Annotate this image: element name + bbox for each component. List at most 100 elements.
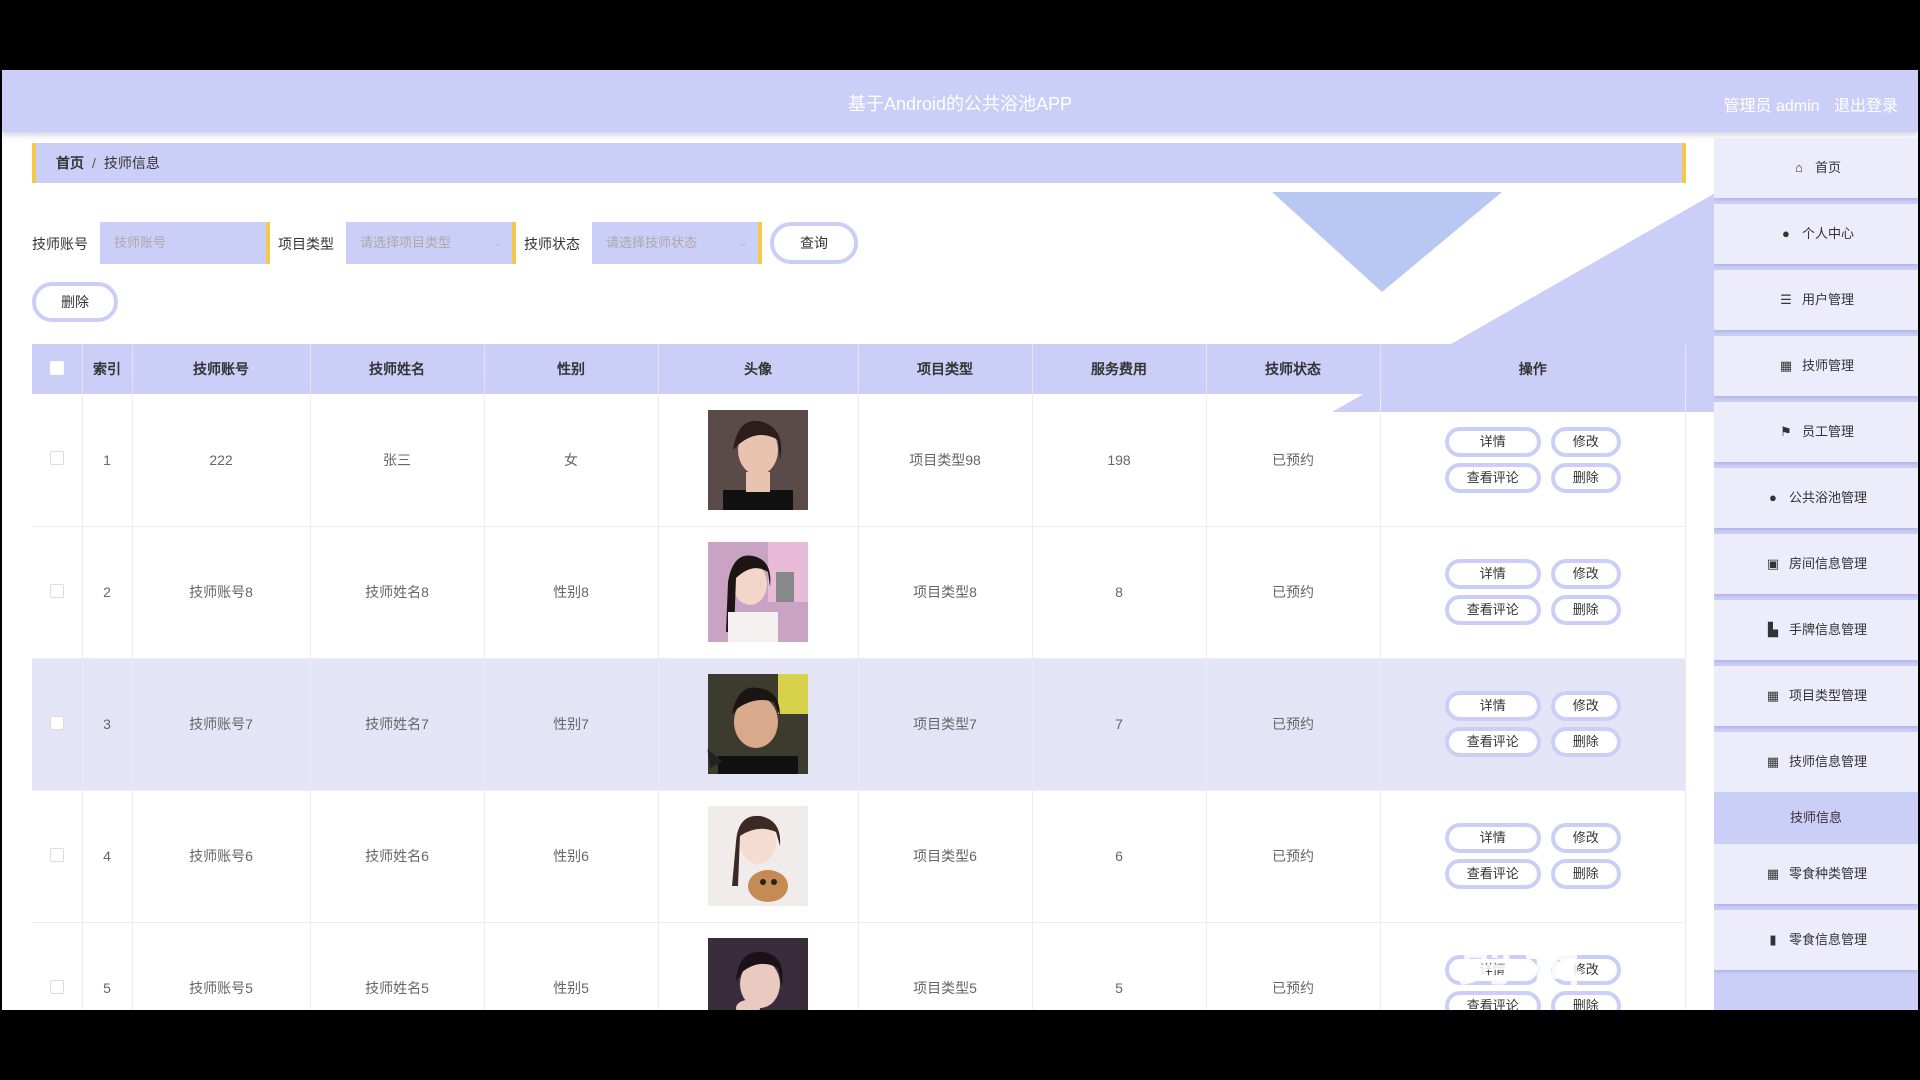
row-checkbox[interactable] xyxy=(49,451,64,466)
batch-delete-button[interactable]: 删除 xyxy=(32,282,118,322)
delete-button[interactable]: 删除 xyxy=(1550,595,1621,625)
grid-icon: ▦ xyxy=(1766,688,1780,703)
breadcrumb-current: 技师信息 xyxy=(103,155,160,171)
cell-account: 技师账号8 xyxy=(132,526,311,659)
sidebar-item-label: 个人中心 xyxy=(1801,226,1854,241)
query-button[interactable]: 查询 xyxy=(770,222,858,264)
delete-button[interactable]: 删除 xyxy=(1550,462,1621,493)
col-header: 索引 xyxy=(82,344,133,394)
cell-account: 技师账号7 xyxy=(132,658,311,791)
avatar-image[interactable] xyxy=(708,806,808,906)
type-select[interactable]: 请选择项目类型 ⌄ xyxy=(346,222,516,264)
row-checkbox[interactable] xyxy=(49,715,64,730)
cell-index: 3 xyxy=(82,658,133,791)
sidebar-item-label: 员工管理 xyxy=(1801,424,1854,439)
edit-button[interactable]: 修改 xyxy=(1550,559,1621,589)
cell-index: 4 xyxy=(82,790,133,923)
breadcrumb-home[interactable]: 首页 xyxy=(56,155,84,171)
cell-status: 已预约 xyxy=(1206,394,1381,527)
avatar-image[interactable] xyxy=(708,409,808,510)
edit-button[interactable]: 修改 xyxy=(1550,426,1621,457)
grid-icon: ▦ xyxy=(1766,866,1780,881)
sidebar-subitem-technician-info[interactable]: 技师信息 xyxy=(1714,792,1918,844)
chevron-down-icon: ⌄ xyxy=(738,237,748,249)
cell-status: 已预约 xyxy=(1206,658,1381,791)
cell-type: 项目类型5 xyxy=(858,922,1033,1010)
sidebar-item-label: 零食种类管理 xyxy=(1788,866,1867,881)
row-select-cell xyxy=(32,658,83,791)
delete-button[interactable]: 删除 xyxy=(1550,727,1621,757)
sidebar-item-staff[interactable]: ⚑ 员工管理 xyxy=(1714,402,1918,462)
breadcrumb: 首页 / 技师信息 xyxy=(32,143,1686,183)
col-header: 操作 xyxy=(1380,344,1686,394)
header-user-area: 管理员 admin 退出登录 xyxy=(1714,92,1899,116)
cell-fee: 8 xyxy=(1032,526,1207,659)
detail-button[interactable]: 详情 xyxy=(1444,691,1541,721)
cell-account: 技师账号5 xyxy=(132,922,311,1010)
sidebar-item-project-types[interactable]: ▦ 项目类型管理 xyxy=(1714,666,1918,726)
cell-gender: 性别7 xyxy=(484,658,659,791)
edit-button[interactable]: 修改 xyxy=(1550,823,1621,853)
col-header: 技师账号 xyxy=(132,344,311,394)
cell-actions: 详情 修改 查看评论 删除 xyxy=(1380,526,1686,659)
avatar-image[interactable] xyxy=(708,542,808,642)
view-comments-button[interactable]: 查看评论 xyxy=(1444,462,1541,493)
list-icon: ☰ xyxy=(1780,292,1792,307)
row-select-cell xyxy=(32,790,83,923)
col-header: 技师状态 xyxy=(1206,344,1381,394)
view-comments-button[interactable]: 查看评论 xyxy=(1444,859,1541,889)
status-select[interactable]: 请选择技师状态 ⌄ xyxy=(592,222,762,264)
logout-link[interactable]: 退出登录 xyxy=(1834,98,1898,115)
detail-button[interactable]: 详情 xyxy=(1444,823,1541,853)
sidebar-item-label: 用户管理 xyxy=(1801,292,1854,307)
home-icon: ⌂ xyxy=(1795,160,1803,175)
sidebar-item-hand-tags[interactable]: ▙ 手牌信息管理 xyxy=(1714,600,1918,660)
cell-type: 项目类型98 xyxy=(858,394,1033,527)
row-checkbox[interactable] xyxy=(49,583,64,598)
sidebar-item-label: 首页 xyxy=(1814,160,1841,175)
sidebar-menu: ⌂ 首页 ● 个人中心 ☰ 用户管理 ▦ 技师管理 ⚑ 员工管理 ● 公共浴池管理 ▣ 房间信… xyxy=(1714,138,1918,1010)
col-header: 性别 xyxy=(484,344,659,394)
cell-actions: 详情 修改 查看评论 删除 xyxy=(1380,658,1686,791)
cell-name: 技师姓名7 xyxy=(310,658,485,791)
cell-fee: 7 xyxy=(1032,658,1207,791)
delete-button[interactable]: 删除 xyxy=(1550,859,1621,889)
cell-name: 技师姓名5 xyxy=(310,922,485,1010)
avatar-image[interactable] xyxy=(708,938,808,1010)
cell-avatar xyxy=(658,922,859,1010)
detail-button[interactable]: 详情 xyxy=(1444,559,1541,589)
type-select-placeholder: 请选择项目类型 xyxy=(360,235,452,250)
sidebar-item-label: 公共浴池管理 xyxy=(1788,490,1867,505)
cell-index: 2 xyxy=(82,526,133,659)
sidebar-item-bathhouse[interactable]: ● 公共浴池管理 xyxy=(1714,468,1918,528)
view-comments-button[interactable]: 查看评论 xyxy=(1444,595,1541,625)
sidebar-item-snack-types[interactable]: ▦ 零食种类管理 xyxy=(1714,844,1918,904)
account-input[interactable]: 技师账号 xyxy=(100,222,270,264)
sidebar-item-label: 项目类型管理 xyxy=(1788,688,1867,703)
sidebar-item-profile[interactable]: ● 个人中心 xyxy=(1714,204,1918,264)
row-checkbox[interactable] xyxy=(49,979,64,994)
sidebar-item-label: 技师信息 xyxy=(1789,810,1842,825)
cell-avatar xyxy=(658,394,859,527)
sidebar-item-rooms[interactable]: ▣ 房间信息管理 xyxy=(1714,534,1918,594)
cell-type: 项目类型8 xyxy=(858,526,1033,659)
cell-gender: 性别5 xyxy=(484,922,659,1010)
status-label: 技师状态 xyxy=(524,236,580,252)
table-row: 4 技师账号6 技师姓名6 性别6 项目类型6 6 已预约 详情 修改 查看评论 xyxy=(32,790,1686,923)
select-all-checkbox[interactable] xyxy=(49,360,64,375)
sidebar-item-technicians[interactable]: ▦ 技师管理 xyxy=(1714,336,1918,396)
sidebar-item-users[interactable]: ☰ 用户管理 xyxy=(1714,270,1918,330)
edit-button[interactable]: 修改 xyxy=(1550,691,1621,721)
cell-status: 已预约 xyxy=(1206,922,1381,1010)
col-header: 头像 xyxy=(658,344,859,394)
sidebar-item-technician-info-mgmt[interactable]: ▦ 技师信息管理 xyxy=(1714,732,1918,792)
view-comments-button[interactable]: 查看评论 xyxy=(1444,727,1541,757)
cell-avatar xyxy=(658,658,859,791)
row-select-cell xyxy=(32,526,83,659)
row-checkbox[interactable] xyxy=(49,847,64,862)
table-row: 3 技师账号7 技师姓名7 性别7 项目类型7 7 已预约 详情 修改 查看评论 xyxy=(32,658,1686,791)
avatar-image[interactable] xyxy=(708,674,808,774)
detail-button[interactable]: 详情 xyxy=(1444,426,1541,457)
sidebar-item-home[interactable]: ⌂ 首页 xyxy=(1714,138,1918,198)
sidebar-item-snack-info[interactable]: ▮ 零食信息管理 xyxy=(1714,910,1918,970)
